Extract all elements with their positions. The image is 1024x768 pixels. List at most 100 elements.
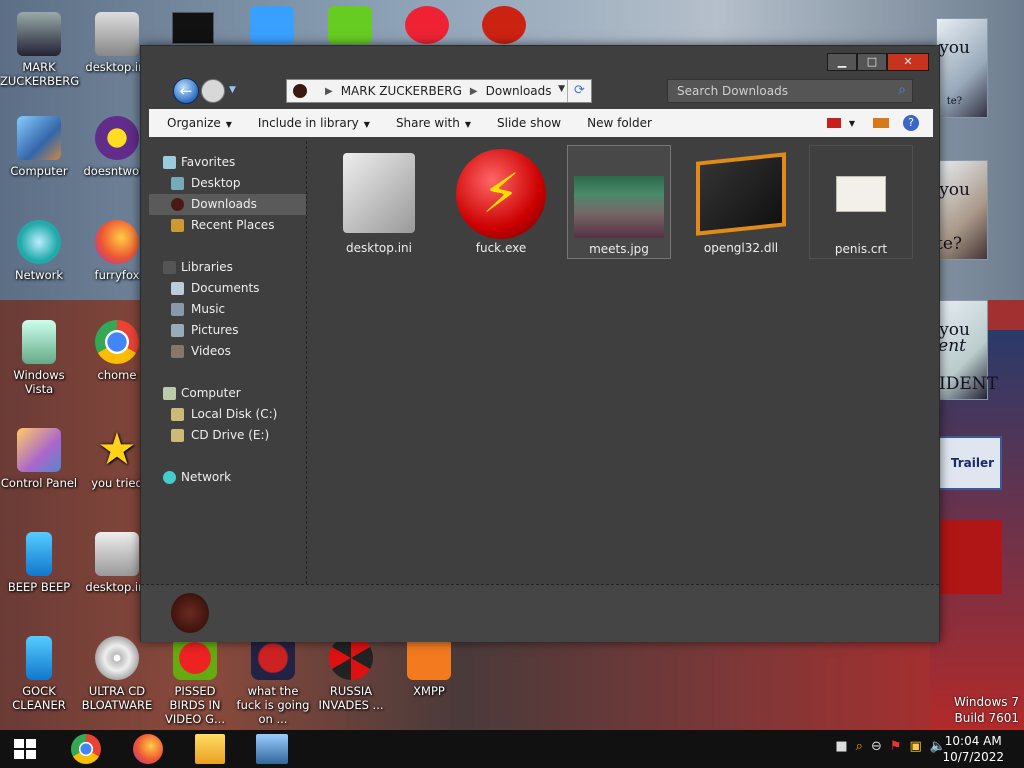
desktop-icon-xmpp[interactable]: XMPP (390, 636, 468, 698)
config-file-icon (95, 12, 139, 56)
maximize-button[interactable]: □ (857, 53, 887, 71)
network-icon[interactable]: ▣ (910, 739, 922, 754)
arrow-left-icon: ← (179, 82, 193, 100)
nav-recent-places[interactable]: Recent Places (149, 215, 306, 236)
include-in-library-menu[interactable]: Include in library ▼ (258, 116, 370, 130)
desktop-icon-beep-beep[interactable]: BEEP BEEP (0, 532, 78, 594)
system-tray: ■ ⌕ ⊖ ⚑ ▣ 🔈 (835, 739, 946, 754)
clock[interactable]: 10:04 AM 10/7/2022 (942, 733, 1004, 765)
address-bar[interactable]: ▶ MARK ZUCKERBERG ▶ Downloads ▼ ⟳ (286, 79, 592, 103)
back-button[interactable]: ← (173, 78, 199, 104)
xampp-icon (407, 636, 451, 680)
nav-favorites[interactable]: Favorites (149, 152, 306, 173)
nav-cd-drive[interactable]: CD Drive (E:) (149, 425, 306, 446)
desktop-icon-pissed-birds[interactable]: PISSED BIRDS IN VIDEO G... (156, 636, 234, 726)
breadcrumb-mark-zuckerberg[interactable]: MARK ZUCKERBERG (341, 84, 462, 98)
chevron-right-icon[interactable]: ▶ (325, 86, 333, 97)
preview-pane-icon[interactable] (873, 118, 889, 128)
help-icon[interactable]: ? (903, 115, 919, 131)
recent-places-icon (171, 219, 184, 232)
desktop-icon-control-panel[interactable]: Control Panel (0, 428, 78, 490)
file-item[interactable]: opengl32.dll (689, 145, 793, 259)
desktop-icon-network[interactable]: Network (0, 220, 78, 282)
lightning-icon: ⚡ (456, 149, 546, 239)
desktop-icon-computer[interactable]: Computer (0, 116, 78, 178)
angry-bird-icon (173, 636, 217, 680)
minimize-button[interactable]: ▁ (827, 53, 857, 71)
navigation-bar: ← ▼ ▶ MARK ZUCKERBERG ▶ Downloads ▼ ⟳ Se… (149, 76, 933, 106)
desktop-icon-what-the[interactable]: what the fuck is going on ... (234, 636, 312, 726)
chevron-down-icon: ▼ (464, 120, 471, 129)
file-item[interactable]: ⚡ fuck.exe (449, 145, 553, 259)
desktop-icon-ultra-cd[interactable]: ULTRA CD BLOATWARE (78, 636, 156, 712)
breadcrumb-downloads[interactable]: Downloads (486, 84, 552, 98)
task-manager-icon[interactable] (256, 734, 288, 764)
downloads-icon (171, 198, 184, 211)
chevron-down-icon[interactable]: ▼ (558, 84, 565, 94)
radiation-icon (329, 636, 373, 680)
documents-icon (171, 282, 184, 295)
chevron-down-icon: ▼ (363, 120, 370, 129)
ad-text: ent (938, 336, 966, 356)
network-icon (17, 220, 61, 264)
desktop-icon-russia[interactable]: RUSSIA INVADES ... (312, 636, 390, 712)
network-icon (163, 471, 176, 484)
dll-file-icon (696, 152, 786, 236)
firefox-icon[interactable] (133, 734, 163, 764)
desktop-icon-mark-zuckerberg[interactable]: MARK ZUCKERBERG (0, 12, 79, 88)
organize-menu[interactable]: Organize ▼ (167, 116, 232, 130)
ad-image-1 (936, 18, 988, 118)
explorer-window[interactable]: ▁ □ ✕ ← ▼ ▶ MARK ZUCKERBERG ▶ Downloads … (140, 45, 940, 642)
slide-show-button[interactable]: Slide show (497, 116, 561, 130)
nav-local-disk[interactable]: Local Disk (C:) (149, 404, 306, 425)
ad-text: you (939, 180, 970, 200)
chevron-down-icon[interactable]: ▼ (849, 119, 855, 128)
firefox-icon (95, 220, 139, 264)
nav-desktop[interactable]: Desktop (149, 173, 306, 194)
forward-button[interactable] (201, 79, 225, 103)
nav-network[interactable]: Network (149, 467, 306, 488)
chrome-icon[interactable] (71, 734, 101, 764)
search-icon[interactable]: ⌕ (898, 82, 906, 98)
nav-downloads[interactable]: Downloads (149, 194, 306, 215)
nav-libraries[interactable]: Libraries (149, 257, 306, 278)
search-icon[interactable]: ⌕ (856, 739, 863, 754)
refresh-button[interactable]: ⟳ (567, 80, 591, 102)
file-list[interactable]: desktop.ini ⚡ fuck.exe meets.jpg opengl3… (309, 141, 933, 584)
start-button[interactable] (14, 739, 36, 759)
user-folder-icon (17, 12, 61, 56)
nav-videos[interactable]: Videos (149, 341, 306, 362)
file-item[interactable]: desktop.ini (327, 145, 431, 259)
file-item[interactable]: penis.crt (809, 145, 913, 259)
ad-text: you (939, 38, 970, 58)
search-input[interactable]: Search Downloads ⌕ (667, 79, 913, 103)
close-button[interactable]: ✕ (887, 53, 929, 71)
file-item[interactable]: meets.jpg (567, 145, 671, 259)
desktop-icon-gock-cleaner[interactable]: GOCK CLEANER (0, 636, 78, 712)
share-with-menu[interactable]: Share with ▼ (396, 116, 471, 130)
action-center-icon[interactable]: ■ (835, 739, 847, 754)
file-explorer-icon[interactable] (195, 734, 225, 764)
folder-icon (171, 593, 209, 633)
nav-pictures[interactable]: Pictures (149, 320, 306, 341)
hidden-app-icon (328, 6, 372, 44)
minus-icon[interactable]: ⊖ (871, 739, 882, 754)
command-bar: Organize ▼ Include in library ▼ Share with… (149, 109, 933, 137)
hidden-app-icon (405, 6, 449, 44)
nav-music[interactable]: Music (149, 299, 306, 320)
flag-icon[interactable]: ⚑ (890, 739, 902, 754)
drive-icon (171, 408, 184, 421)
settings-file-icon (343, 153, 415, 233)
yahoo-icon (95, 116, 139, 160)
chevron-right-icon[interactable]: ▶ (470, 86, 478, 97)
desktop-icon-windows-vista[interactable]: Windows Vista (0, 320, 78, 396)
ad-text: te? (946, 96, 962, 107)
nav-documents[interactable]: Documents (149, 278, 306, 299)
chrome-icon (95, 320, 139, 364)
change-view-icon[interactable] (826, 118, 841, 128)
desktop-icon (171, 177, 184, 190)
new-folder-button[interactable]: New folder (587, 116, 652, 130)
recent-pages-dropdown[interactable]: ▼ (229, 85, 236, 95)
details-pane (141, 584, 939, 642)
nav-computer[interactable]: Computer (149, 383, 306, 404)
